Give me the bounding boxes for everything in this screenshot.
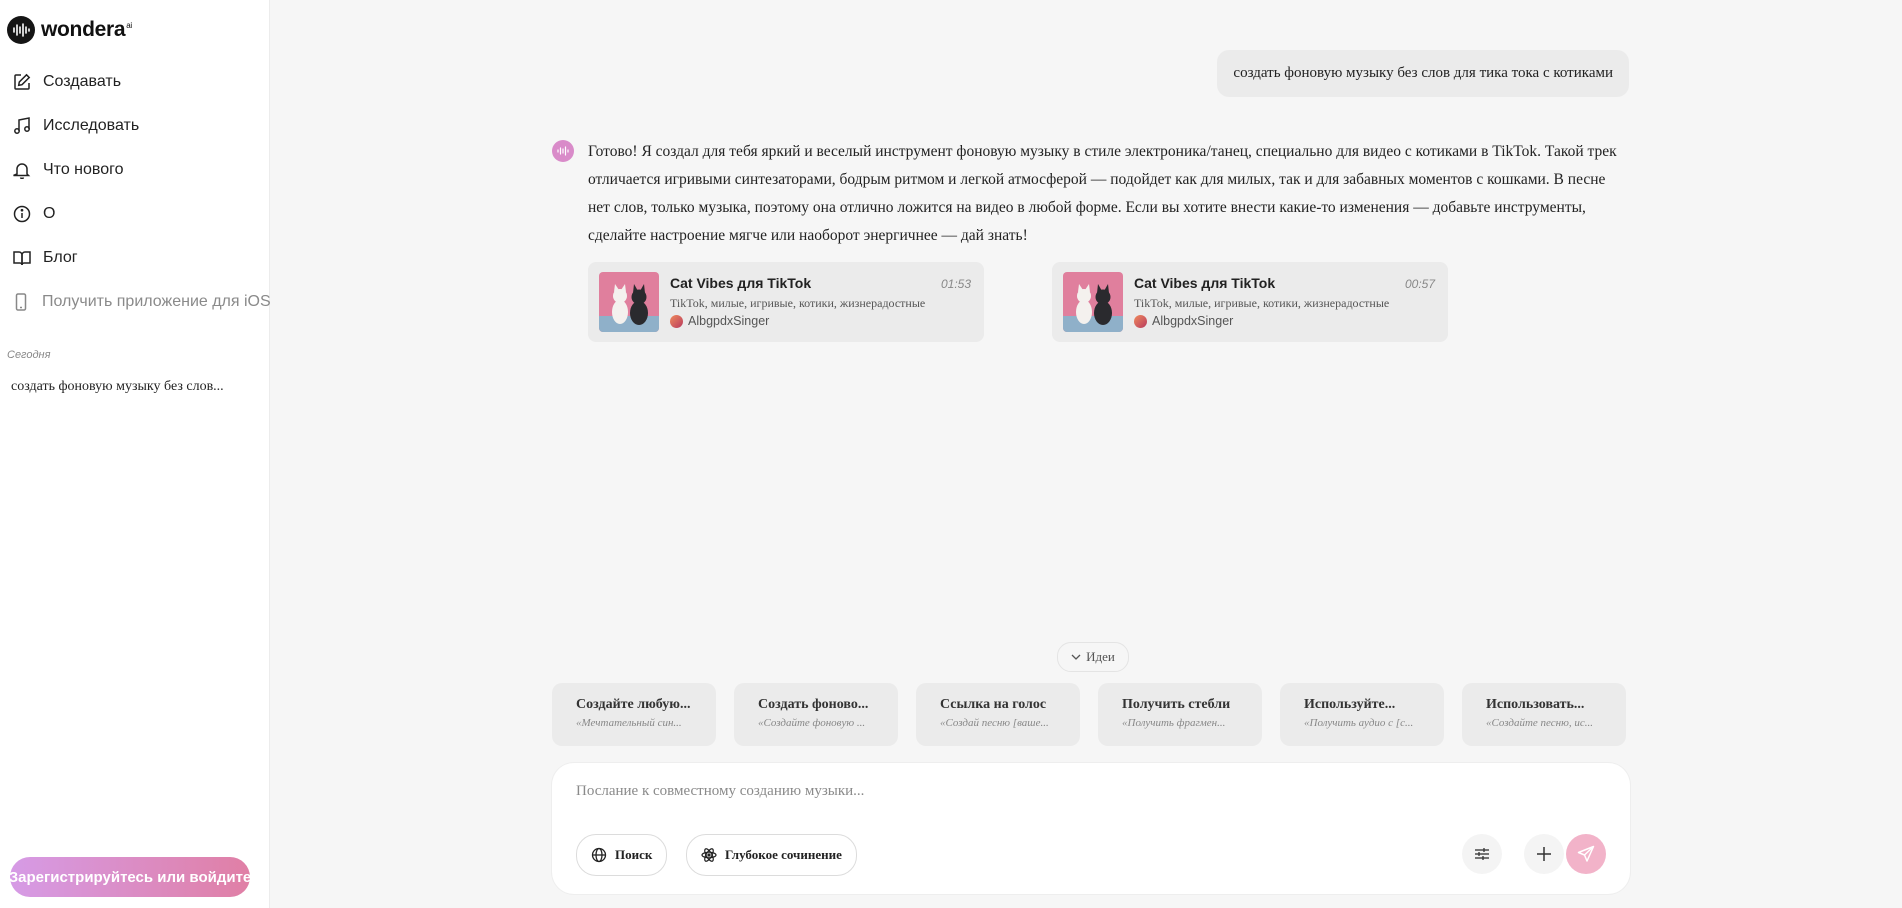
send-icon <box>1577 845 1595 863</box>
idea-subtitle: «Получить фрагмен... <box>1122 717 1226 729</box>
idea-subtitle: «Создайте фоновую ... <box>758 717 866 729</box>
idea-subtitle: «Мечтательный син... <box>576 717 682 729</box>
sidebar-item-create[interactable]: Создавать <box>0 60 269 104</box>
idea-title: Используйте... <box>1304 697 1396 712</box>
sidebar-nav: Создавать Исследовать Что нового О Блог … <box>0 60 271 324</box>
idea-subtitle: «Получить аудио с [с... <box>1304 717 1414 729</box>
track-tags: TikTok, милые, игривые, котики, жизнерад… <box>1134 296 1390 310</box>
atom-icon <box>701 847 717 863</box>
globe-icon <box>591 847 607 863</box>
sidebar-item-explore[interactable]: Исследовать <box>0 104 269 148</box>
idea-title: Ссылка на голос <box>940 697 1047 712</box>
sidebar-item-label: Блог <box>43 249 78 266</box>
track-duration: 00:57 <box>1404 277 1435 291</box>
bell-icon <box>12 161 31 180</box>
sidebar-item-whats-new[interactable]: Что нового <box>0 148 269 192</box>
idea-title: Создайте любую... <box>576 697 691 712</box>
sliders-icon <box>1474 847 1490 861</box>
idea-title: Получить стебли <box>1122 697 1231 712</box>
music-note-icon <box>12 117 31 136</box>
assistant-message: Готово! Я создал для тебя яркий и веселы… <box>588 143 1617 244</box>
waveform-logo-icon <box>7 16 35 44</box>
send-button[interactable] <box>1566 834 1606 874</box>
track-tags: TikTok, милые, игривые, котики, жизнерад… <box>670 296 926 310</box>
track-cover-image <box>599 272 659 332</box>
sidebar-item-label: Что нового <box>43 161 124 178</box>
signup-login-button[interactable]: Зарегистрируйтесь или войдите <box>9 857 251 897</box>
book-icon <box>12 249 31 268</box>
ideas-toggle-label: Идеи <box>1086 649 1115 664</box>
edit-icon <box>12 73 31 92</box>
sidebar-item-about[interactable]: О <box>0 192 269 236</box>
search-toggle-label: Поиск <box>615 847 653 862</box>
track-title: Cat Vibes для TikTok <box>1134 275 1276 291</box>
assistant-avatar-icon <box>552 140 574 162</box>
artist-avatar-icon <box>1134 314 1147 328</box>
track-card[interactable]: Cat Vibes для TikTok 01:53 TikTok, милые… <box>588 262 984 342</box>
sidebar-item-blog[interactable]: Блог <box>0 236 269 280</box>
idea-card[interactable]: Ссылка на голос «Создай песню [ваше... <box>916 683 1080 746</box>
sidebar-item-label: Создавать <box>43 73 122 90</box>
track-artist: AlbgpdxSinger <box>1134 314 1233 328</box>
track-duration: 01:53 <box>940 277 971 291</box>
phone-icon <box>12 293 30 312</box>
sidebar-item-label: Исследовать <box>43 117 140 134</box>
track-artist: AlbgpdxSinger <box>670 314 769 328</box>
info-icon <box>12 205 31 224</box>
settings-sliders-button[interactable] <box>1462 834 1502 874</box>
search-toggle-button[interactable]: Поиск <box>576 834 668 876</box>
user-message-bubble: создать фоновую музыку без слов для тика… <box>1217 50 1629 97</box>
message-input[interactable]: Послание к совместному созданию музыки..… <box>576 783 864 800</box>
idea-card[interactable]: Используйте... «Получить аудио с [с... <box>1280 683 1444 746</box>
sidebar-item-label: Получить приложение для iOS <box>42 293 271 310</box>
idea-card[interactable]: Получить стебли «Получить фрагмен... <box>1098 683 1262 746</box>
add-attachment-button[interactable] <box>1524 834 1564 874</box>
history-item[interactable]: создать фоновую музыку без слов... <box>11 379 224 395</box>
deep-composition-label: Глубокое сочинение <box>725 847 842 862</box>
sidebar-item-get-ios-app[interactable]: Получить приложение для iOS <box>0 280 271 324</box>
artist-avatar-icon <box>670 314 683 328</box>
sidebar: wonderaai Создавать Исследовать Что ново… <box>0 0 271 908</box>
ideas-toggle-button[interactable]: Идеи <box>1057 642 1129 672</box>
idea-card[interactable]: Создайте любую... «Мечтательный син... <box>552 683 716 746</box>
track-card[interactable]: Cat Vibes для TikTok 00:57 TikTok, милые… <box>1052 262 1448 342</box>
idea-card[interactable]: Создать фоново... «Создайте фоновую ... <box>734 683 898 746</box>
deep-composition-toggle-button[interactable]: Глубокое сочинение <box>686 834 857 876</box>
message-composer: Послание к совместному созданию музыки..… <box>552 763 1630 894</box>
idea-title: Использовать... <box>1486 697 1585 712</box>
idea-card[interactable]: Использовать... «Создайте песню, ис... <box>1462 683 1626 746</box>
history-section-label: Сегодня <box>7 349 51 361</box>
logo-text: wonderaai <box>41 18 132 41</box>
idea-subtitle: «Создай песню [ваше... <box>940 717 1049 729</box>
idea-subtitle: «Создайте песню, ис... <box>1486 717 1594 729</box>
plus-icon <box>1536 846 1552 862</box>
track-title: Cat Vibes для TikTok <box>670 275 812 291</box>
track-cover-image <box>1063 272 1123 332</box>
sidebar-item-label: О <box>43 205 56 222</box>
logo[interactable]: wonderaai <box>7 16 132 44</box>
idea-title: Создать фоново... <box>758 697 869 712</box>
chevron-down-icon <box>1071 654 1081 660</box>
